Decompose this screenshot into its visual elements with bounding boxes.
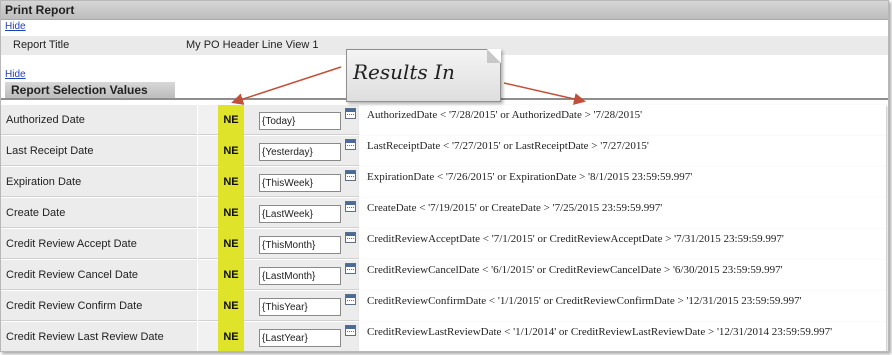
report-title-value: My PO Header Line View 1 <box>186 39 319 51</box>
row-spacer <box>198 291 218 321</box>
selection-values-header: Report Selection Values <box>5 82 175 98</box>
calendar-icon[interactable] <box>345 201 356 212</box>
calendar-icon[interactable] <box>345 263 356 274</box>
date-value-input[interactable] <box>259 205 341 223</box>
selection-row: Expiration Date NE ExpirationDate < '7/2… <box>1 167 886 198</box>
calendar-icon[interactable] <box>345 170 356 181</box>
report-title-label: Report Title <box>13 39 70 51</box>
selection-row: Last Receipt Date NE LastReceiptDate < '… <box>1 136 886 167</box>
field-label: Credit Review Last Review Date <box>1 322 197 351</box>
row-spacer <box>198 322 218 351</box>
results-in-callout: Results In <box>346 49 501 102</box>
selection-row: Credit Review Last Review Date NE Credit… <box>1 322 886 351</box>
hide-report-title-link[interactable]: Hide <box>5 21 26 32</box>
operator-badge[interactable]: NE <box>218 105 244 136</box>
operator-badge[interactable]: NE <box>218 229 244 260</box>
row-spacer <box>198 229 218 259</box>
calendar-icon[interactable] <box>345 139 356 150</box>
result-expression: LastReceiptDate < '7/27/2015' or LastRec… <box>359 136 886 166</box>
field-label: Authorized Date <box>1 105 197 135</box>
date-value-input[interactable] <box>259 174 341 192</box>
window-title: Print Report <box>1 1 888 20</box>
hide-selection-values-link[interactable]: Hide <box>5 69 26 80</box>
operator-badge[interactable]: NE <box>218 198 244 229</box>
date-value-input[interactable] <box>259 298 341 316</box>
field-label: Credit Review Confirm Date <box>1 291 197 321</box>
callout-folded-corner <box>487 49 501 63</box>
row-spacer <box>198 136 218 166</box>
operator-badge[interactable]: NE <box>218 291 244 322</box>
arrow-to-operator-icon <box>231 66 342 105</box>
operator-badge[interactable]: NE <box>218 260 244 291</box>
date-value-input[interactable] <box>259 267 341 285</box>
selection-row: Credit Review Cancel Date NE CreditRevie… <box>1 260 886 291</box>
operator-badge[interactable]: NE <box>218 322 244 351</box>
selection-row: Credit Review Accept Date NE CreditRevie… <box>1 229 886 260</box>
row-spacer <box>198 198 218 228</box>
calendar-icon[interactable] <box>345 108 356 119</box>
callout-text: Results In <box>353 60 455 84</box>
result-expression: CreditReviewCancelDate < '6/1/2015' or C… <box>359 260 886 290</box>
calendar-icon[interactable] <box>345 325 356 336</box>
row-spacer <box>198 105 218 135</box>
operator-badge[interactable]: NE <box>218 167 244 198</box>
result-expression: CreateDate < '7/19/2015' or CreateDate >… <box>359 198 886 228</box>
date-value-input[interactable] <box>259 236 341 254</box>
field-label: Last Receipt Date <box>1 136 197 166</box>
date-value-input[interactable] <box>259 112 341 130</box>
result-expression: ExpirationDate < '7/26/2015' or Expirati… <box>359 167 886 197</box>
result-expression: CreditReviewAcceptDate < '7/1/2015' or C… <box>359 229 886 259</box>
selection-row: Authorized Date NE AuthorizedDate < '7/2… <box>1 105 886 136</box>
result-expression: AuthorizedDate < '7/28/2015' or Authoriz… <box>359 105 886 135</box>
selection-row: Create Date NE CreateDate < '7/19/2015' … <box>1 198 886 229</box>
calendar-icon[interactable] <box>345 294 356 305</box>
selection-row: Credit Review Confirm Date NE CreditRevi… <box>1 291 886 322</box>
result-expression: CreditReviewLastReviewDate < '1/1/2014' … <box>359 322 886 351</box>
date-value-input[interactable] <box>259 329 341 347</box>
row-spacer <box>198 260 218 290</box>
field-label: Credit Review Cancel Date <box>1 260 197 290</box>
date-value-input[interactable] <box>259 143 341 161</box>
result-expression: CreditReviewConfirmDate < '1/1/2015' or … <box>359 291 886 321</box>
row-spacer <box>198 167 218 197</box>
field-label: Expiration Date <box>1 167 197 197</box>
print-report-window: Print Report Hide Report Title My PO Hea… <box>0 0 889 352</box>
calendar-icon[interactable] <box>345 232 356 243</box>
field-label: Create Date <box>1 198 197 228</box>
operator-badge[interactable]: NE <box>218 136 244 167</box>
field-label: Credit Review Accept Date <box>1 229 197 259</box>
